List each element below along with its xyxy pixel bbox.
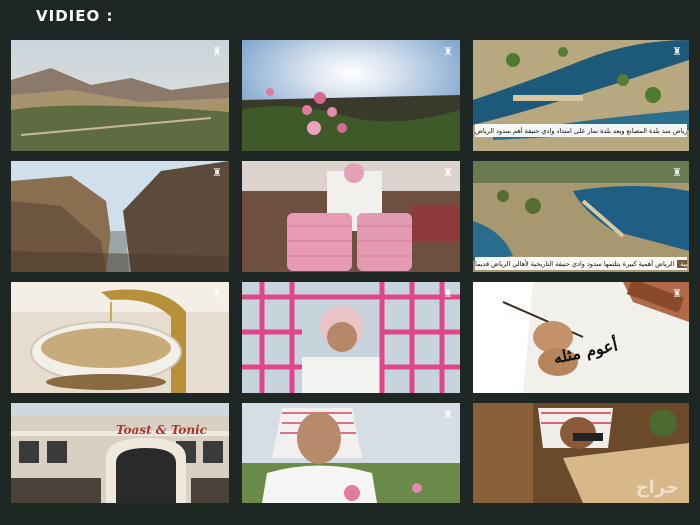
scene-image	[473, 161, 689, 272]
video-thumb-canyon[interactable]: ♜	[11, 161, 229, 272]
store-sign: Toast & Tonic	[116, 423, 207, 437]
scene-image	[11, 403, 229, 503]
channel-logo-icon: ♜	[212, 45, 222, 58]
video-thumb-toast-tonic[interactable]: Toast & Tonic	[11, 403, 229, 503]
video-thumb-aerial-dam[interactable]: ♜ العربية الرياض أهمية كبيرة يتلتمها سدو…	[473, 161, 689, 272]
video-thumb-pink-crate[interactable]: ♜	[242, 282, 460, 393]
channel-logo-icon: ♜	[443, 166, 453, 179]
scene-image	[242, 40, 460, 151]
scene-image	[11, 40, 229, 151]
channel-logo-icon: ♜	[672, 45, 682, 58]
caption-tag: العربية	[677, 259, 687, 268]
channel-logo-icon: ♜	[672, 287, 682, 300]
video-thumb-desert-valley[interactable]: ♜	[11, 40, 229, 151]
channel-logo-icon: ♜	[672, 166, 682, 179]
video-thumb-calligraphy[interactable]: أعوم مثله ♜	[473, 282, 689, 393]
channel-logo-icon: ♜	[443, 408, 453, 421]
scene-image	[11, 161, 229, 272]
news-caption: العربية الرياض سد بلدة المصانع ويعد بلدة…	[475, 124, 687, 137]
channel-logo-icon: ♜	[443, 287, 453, 300]
scene-image	[11, 282, 229, 393]
caption-text: الرياض سد بلدة المصانع ويعد بلدة نمار عل…	[475, 126, 687, 135]
video-thumb-aerial-canal[interactable]: ♜ العربية الرياض سد بلدة المصانع ويعد بل…	[473, 40, 689, 151]
video-thumb-craftsman[interactable]: حراج	[473, 403, 689, 503]
scene-image	[242, 403, 460, 503]
video-grid: ♜ ♜ ♜ العربية الرياض سد بلد	[11, 40, 691, 503]
site-watermark: حراج	[635, 477, 679, 498]
video-thumb-rose-baskets[interactable]: ♜	[242, 161, 460, 272]
channel-logo-icon: ♜	[443, 45, 453, 58]
video-thumb-roses-sunrise[interactable]: ♜	[242, 40, 460, 151]
news-caption: العربية الرياض أهمية كبيرة يتلتمها سدود …	[475, 257, 687, 270]
channel-logo-icon: ♜	[212, 166, 222, 179]
page-title: VIDIEO :	[36, 7, 114, 25]
video-thumb-elderly-man-rose[interactable]: ♜	[242, 403, 460, 503]
scene-image	[473, 282, 689, 393]
scene-image	[242, 282, 460, 393]
channel-logo-icon: ♜	[212, 287, 222, 300]
caption-text: الرياض أهمية كبيرة يتلتمها سدود وادي حني…	[475, 259, 675, 268]
scene-image	[242, 161, 460, 272]
video-thumb-pouring-drink[interactable]: ♜	[11, 282, 229, 393]
